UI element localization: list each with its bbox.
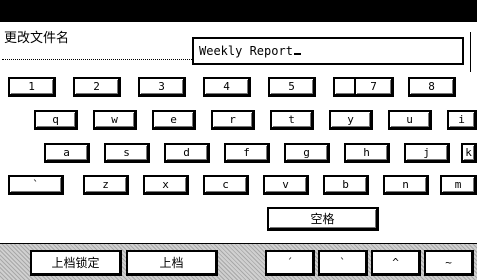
- key-w[interactable]: w: [93, 110, 137, 130]
- key-backtick[interactable]: `: [8, 175, 64, 195]
- shift-button[interactable]: 上档: [126, 250, 218, 276]
- key-j[interactable]: j: [404, 143, 450, 163]
- rename-file-dialog: 更改文件名 Weekly Report 1 2 3 4 5 6 7 8 q w …: [0, 22, 477, 280]
- key-3[interactable]: 3: [138, 77, 186, 97]
- key-k[interactable]: k: [461, 143, 477, 163]
- key-d[interactable]: d: [164, 143, 210, 163]
- key-y[interactable]: y: [329, 110, 373, 130]
- key-v[interactable]: v: [263, 175, 309, 195]
- key-2[interactable]: 2: [73, 77, 121, 97]
- key-5[interactable]: 5: [268, 77, 316, 97]
- key-b[interactable]: b: [323, 175, 369, 195]
- text-cursor: [293, 53, 301, 55]
- key-x[interactable]: x: [143, 175, 189, 195]
- filename-input[interactable]: Weekly Report: [192, 37, 464, 65]
- key-s[interactable]: s: [104, 143, 150, 163]
- key-t[interactable]: t: [270, 110, 314, 130]
- space-key[interactable]: 空格: [267, 207, 379, 231]
- top-status-bar: [0, 0, 477, 22]
- key-r[interactable]: r: [211, 110, 255, 130]
- tilde-key[interactable]: ~: [424, 250, 474, 276]
- key-u[interactable]: u: [388, 110, 432, 130]
- key-4[interactable]: 4: [203, 77, 251, 97]
- key-i[interactable]: i: [447, 110, 477, 130]
- grave-accent-key[interactable]: `: [318, 250, 368, 276]
- key-e[interactable]: e: [152, 110, 196, 130]
- key-7[interactable]: 7: [354, 77, 394, 97]
- key-a[interactable]: a: [44, 143, 90, 163]
- key-8[interactable]: 8: [408, 77, 456, 97]
- key-z[interactable]: z: [83, 175, 129, 195]
- filename-value: Weekly Report: [199, 44, 293, 58]
- key-g[interactable]: g: [284, 143, 330, 163]
- acute-accent-key[interactable]: ´: [265, 250, 315, 276]
- circumflex-key[interactable]: ^: [371, 250, 421, 276]
- caps-lock-button[interactable]: 上档锁定: [30, 250, 122, 276]
- key-f[interactable]: f: [224, 143, 270, 163]
- key-q[interactable]: q: [34, 110, 78, 130]
- panel-edge: [470, 32, 471, 72]
- key-c[interactable]: c: [203, 175, 249, 195]
- key-1[interactable]: 1: [8, 77, 56, 97]
- key-h[interactable]: h: [344, 143, 390, 163]
- key-m[interactable]: m: [440, 175, 477, 195]
- key-n[interactable]: n: [383, 175, 429, 195]
- title-underline: [2, 59, 192, 60]
- dialog-title: 更改文件名: [4, 31, 70, 46]
